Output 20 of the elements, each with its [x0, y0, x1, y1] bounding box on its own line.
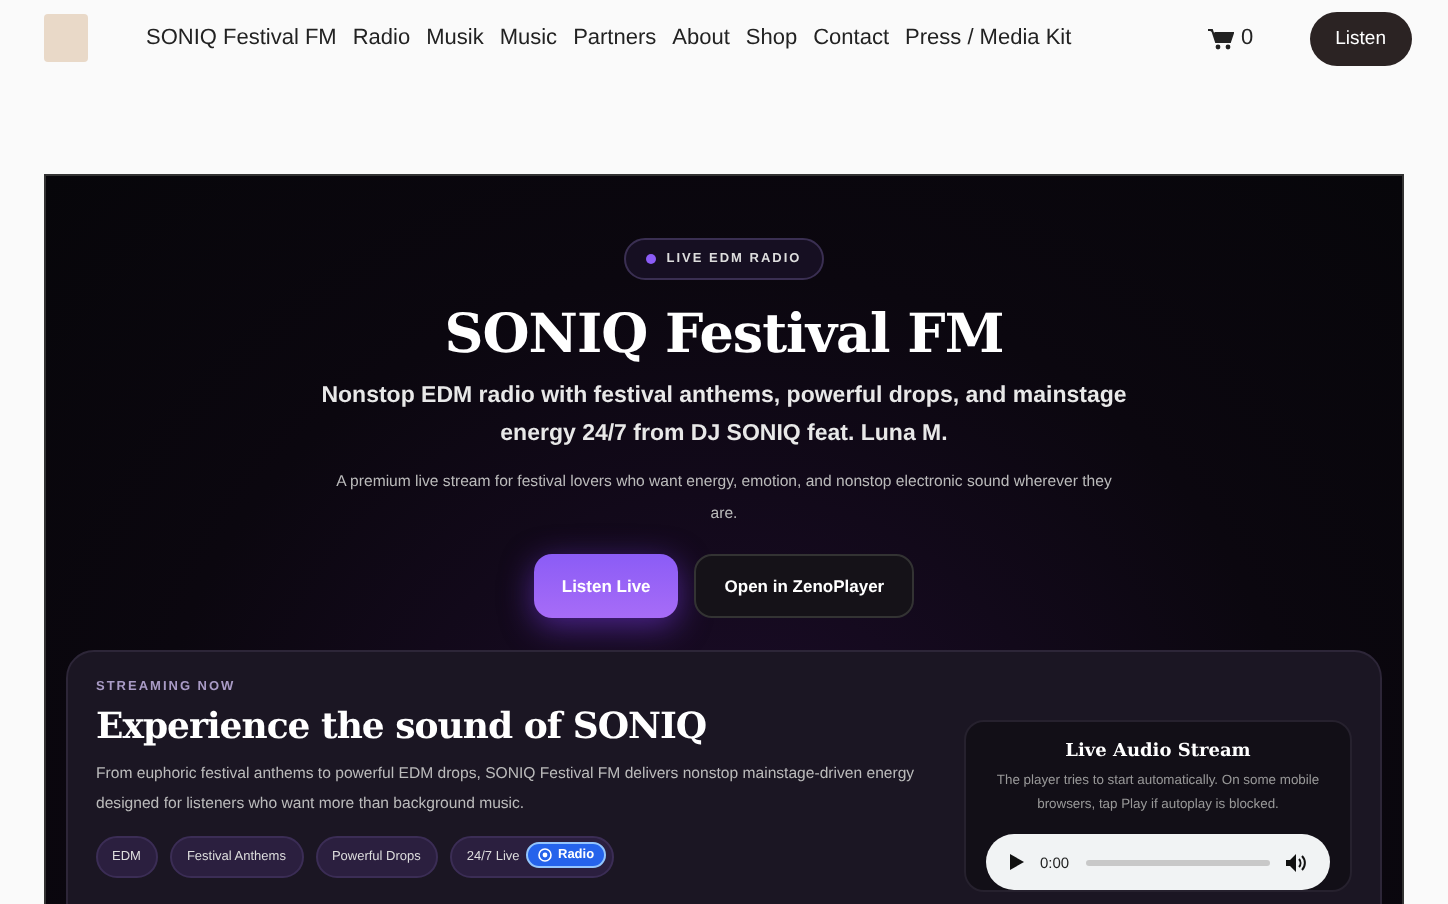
- nav-link[interactable]: Press / Media Kit: [905, 26, 1072, 50]
- player-title: Live Audio Stream: [1063, 742, 1253, 762]
- nav-link[interactable]: Contact: [813, 26, 890, 50]
- section-title: Experience the sound of SONIQ: [96, 706, 709, 748]
- listen-live-button[interactable]: Listen Live: [533, 554, 679, 618]
- hero-subtitle: Nonstop EDM radio with festival anthems, powerful drops, and mainstage energy 24/7 from DJ SONIQ feat. Luna M.: [319, 382, 1129, 450]
- cart-count: 0: [1241, 26, 1254, 50]
- nav-link[interactable]: Shop: [745, 26, 798, 50]
- listen-button[interactable]: Listen: [1309, 11, 1412, 65]
- nav-link[interactable]: SONIQ Festival FM: [146, 26, 337, 50]
- nav-link[interactable]: Musik: [426, 26, 484, 50]
- nav-link[interactable]: Music: [499, 26, 558, 50]
- nav-link[interactable]: Partners: [573, 26, 657, 50]
- hero-title: SONIQ Festival FM: [444, 304, 1004, 366]
- play-icon[interactable]: [1010, 854, 1024, 870]
- nav-link[interactable]: About: [672, 26, 730, 50]
- cart-icon[interactable]: [1207, 27, 1234, 49]
- volume-icon[interactable]: [1286, 853, 1306, 871]
- open-player-button[interactable]: Open in ZenoPlayer: [694, 554, 915, 618]
- nav-link[interactable]: Radio: [352, 26, 411, 50]
